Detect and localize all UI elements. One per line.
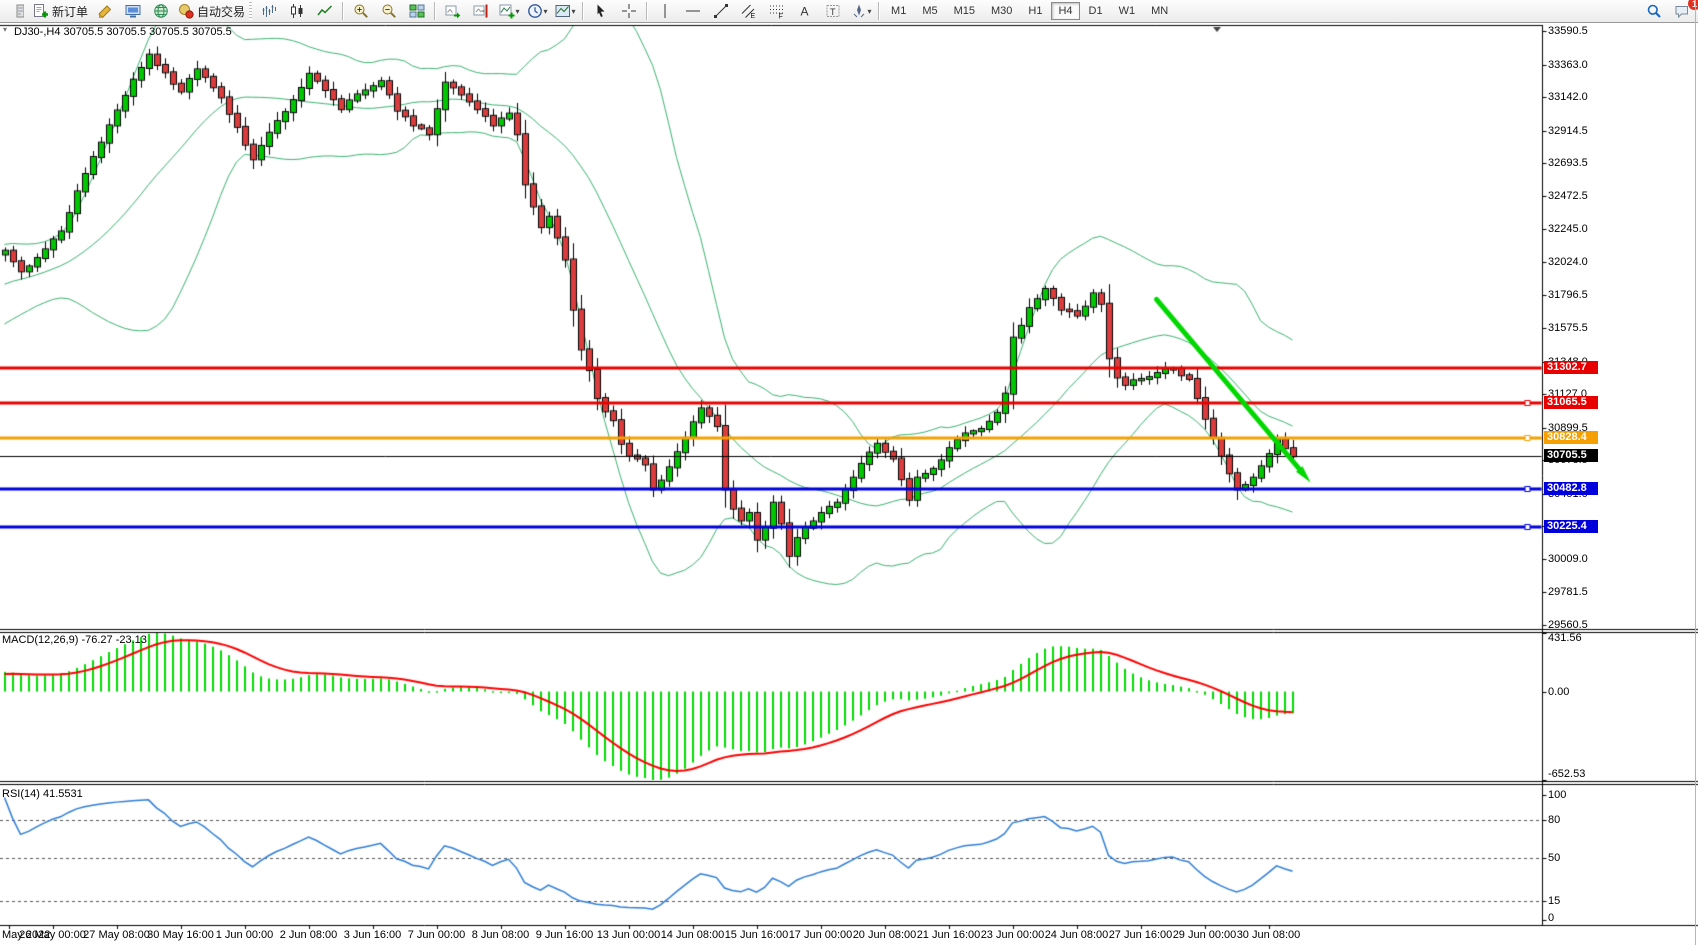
zoom-out-icon <box>381 3 397 19</box>
globe-icon <box>153 3 169 19</box>
horizontal-line-icon <box>685 3 701 19</box>
community-button[interactable] <box>147 0 175 22</box>
metaeditor-button[interactable] <box>91 0 119 22</box>
notification-badge[interactable]: 1 <box>1688 0 1698 10</box>
trendline-icon <box>713 3 729 19</box>
svg-text:F: F <box>779 14 783 20</box>
autotrading-button[interactable]: 自动交易 <box>175 0 248 22</box>
candlestick-chart-button[interactable] <box>283 0 311 22</box>
timeframe-m30-button[interactable]: M30 <box>984 2 1019 20</box>
periods-clock-icon <box>527 3 543 19</box>
toolbar-separator <box>646 2 649 20</box>
svg-text:T: T <box>830 7 836 17</box>
chart-shift-button[interactable] <box>467 0 495 22</box>
toolbar-separator <box>434 2 437 20</box>
chat-button[interactable]: 1 <box>1668 0 1698 22</box>
chart-clipped-icon[interactable] <box>2 0 30 22</box>
periods-button[interactable]: ▾ <box>523 0 551 22</box>
toolbar-grip <box>249 2 253 20</box>
cursor-button[interactable] <box>587 0 615 22</box>
arrows-icon <box>851 3 867 19</box>
timeframe-w1-button[interactable]: W1 <box>1112 2 1143 20</box>
search-icon <box>1646 3 1662 19</box>
arrows-button[interactable]: ▾ <box>847 0 875 22</box>
toolbar-separator <box>582 2 585 20</box>
zoom-in-button[interactable] <box>347 0 375 22</box>
chart-shift-icon <box>473 3 489 19</box>
main-toolbar: 新订单 自动交易 ▾ ▾ ▾ E F A T ▾ M1 M5 M15 M30 H… <box>0 0 1698 23</box>
search-button[interactable] <box>1640 0 1668 22</box>
terminal-icon <box>125 3 141 19</box>
indicators-button[interactable]: ▾ <box>495 0 523 22</box>
chevron-down-icon: ▾ <box>571 6 576 16</box>
chart-canvas[interactable] <box>0 0 1698 945</box>
new-order-button[interactable]: 新订单 <box>30 0 91 22</box>
equidistant-channel-button[interactable]: E <box>735 0 763 22</box>
templates-icon <box>555 3 571 19</box>
bar-chart-icon <box>261 3 277 19</box>
templates-button[interactable]: ▾ <box>551 0 579 22</box>
text-button[interactable]: A <box>791 0 819 22</box>
text-label-button[interactable]: T <box>819 0 847 22</box>
line-chart-button[interactable] <box>311 0 339 22</box>
svg-text:A: A <box>801 5 809 19</box>
horizontal-line-button[interactable] <box>679 0 707 22</box>
bar-chart-button[interactable] <box>255 0 283 22</box>
chart-clipped-icon <box>8 3 24 19</box>
timeframe-toolbar: M1 M5 M15 M30 H1 H4 D1 W1 MN <box>883 2 1176 20</box>
timeframe-m5-button[interactable]: M5 <box>915 2 944 20</box>
fibonacci-button[interactable]: F <box>763 0 791 22</box>
autotrading-icon <box>178 3 194 19</box>
crosshair-button[interactable] <box>615 0 643 22</box>
trendline-button[interactable] <box>707 0 735 22</box>
vertical-line-icon <box>657 3 673 19</box>
terminal-button[interactable] <box>119 0 147 22</box>
timeframe-m15-button[interactable]: M15 <box>947 2 982 20</box>
fibonacci-icon: F <box>769 3 785 19</box>
chevron-down-icon: ▾ <box>515 6 520 16</box>
toolbar-separator <box>342 2 345 20</box>
text-label-icon: T <box>825 3 841 19</box>
line-chart-icon <box>317 3 333 19</box>
tile-windows-button[interactable] <box>403 0 431 22</box>
trading-platform-window: 新订单 自动交易 ▾ ▾ ▾ E F A T ▾ M1 M5 M15 M30 H… <box>0 0 1698 945</box>
vertical-line-button[interactable] <box>651 0 679 22</box>
crosshair-icon <box>621 3 637 19</box>
tile-windows-icon <box>409 3 425 19</box>
timeframe-h1-button[interactable]: H1 <box>1021 2 1049 20</box>
indicators-icon <box>499 3 515 19</box>
auto-scroll-icon <box>445 3 461 19</box>
auto-scroll-button[interactable] <box>439 0 467 22</box>
timeframe-d1-button[interactable]: D1 <box>1082 2 1110 20</box>
timeframe-h4-button[interactable]: H4 <box>1051 2 1080 20</box>
toolbar-right-group: 1 <box>1640 0 1698 22</box>
timeframe-mn-button[interactable]: MN <box>1144 2 1175 20</box>
window-right-border <box>1695 0 1696 945</box>
timeframe-m1-button[interactable]: M1 <box>884 2 913 20</box>
svg-text:E: E <box>751 13 756 19</box>
cursor-icon <box>593 3 609 19</box>
autotrading-label: 自动交易 <box>197 4 246 19</box>
metaeditor-icon <box>97 3 113 19</box>
text-icon: A <box>797 3 813 19</box>
zoom-out-button[interactable] <box>375 0 403 22</box>
new-order-label: 新订单 <box>52 4 89 19</box>
chevron-down-icon: ▾ <box>543 6 548 16</box>
candlestick-chart-icon <box>289 3 305 19</box>
zoom-in-icon <box>353 3 369 19</box>
equidistant-channel-icon: E <box>741 3 757 19</box>
new-order-icon <box>33 3 49 19</box>
toolbar-separator <box>878 2 881 20</box>
chevron-down-icon: ▾ <box>867 6 872 16</box>
